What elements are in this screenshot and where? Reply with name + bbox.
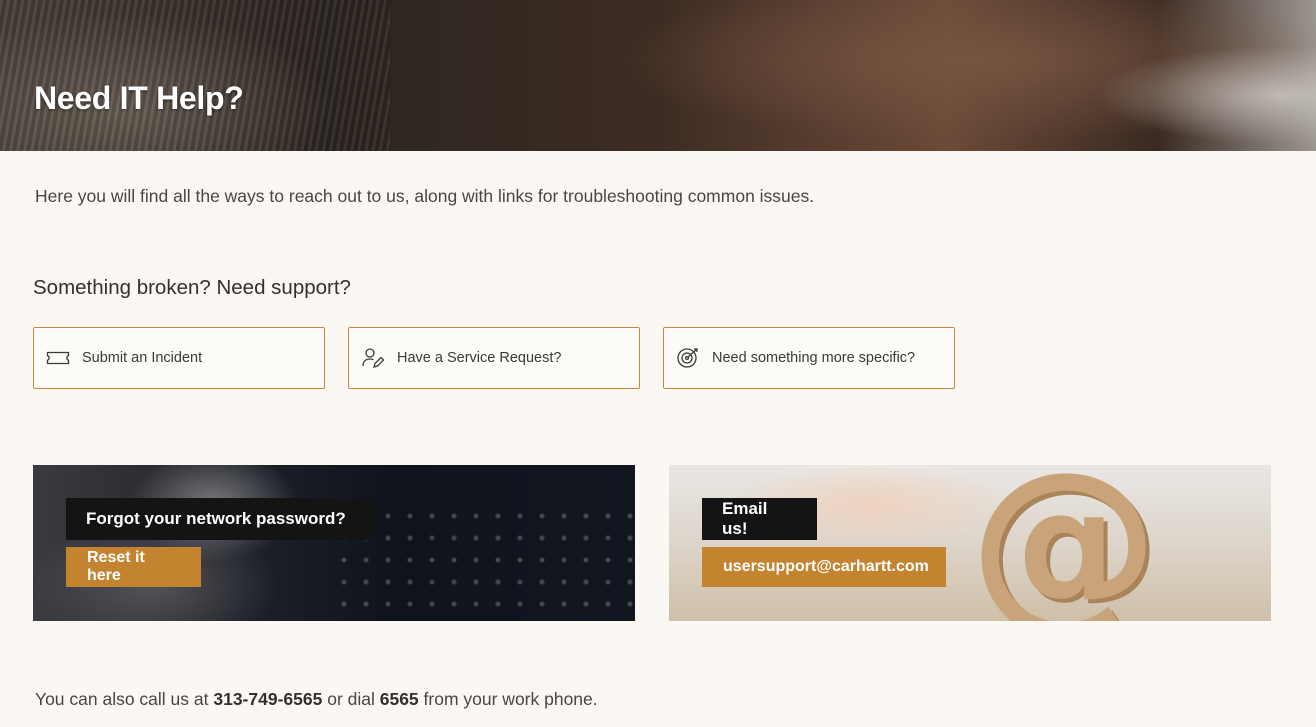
submit-incident-label: Submit an Incident bbox=[82, 350, 203, 366]
service-request-label: Have a Service Request? bbox=[397, 350, 562, 366]
ticket-icon bbox=[46, 346, 70, 370]
support-section-title: Something broken? Need support? bbox=[33, 276, 351, 299]
at-target-icon bbox=[676, 346, 700, 370]
email-link-button[interactable]: usersupport@carhartt.com bbox=[702, 547, 946, 587]
reset-password-button[interactable]: Reset it here bbox=[66, 547, 201, 587]
email-heading: Email us! bbox=[702, 498, 817, 540]
service-request-button[interactable]: Have a Service Request? bbox=[348, 327, 640, 389]
hero-background-image bbox=[0, 0, 390, 151]
intro-text: Here you will find all the ways to reach… bbox=[35, 186, 815, 206]
phone-extension: 6565 bbox=[379, 689, 419, 709]
password-reset-banner: Forgot your network password? Reset it h… bbox=[33, 465, 635, 621]
phone-number[interactable]: 313-749-6565 bbox=[213, 689, 322, 709]
keyboard-background-image bbox=[333, 505, 633, 621]
phone-note-prefix: You can also call us at bbox=[35, 689, 214, 709]
at-sign-image: @ bbox=[969, 465, 1159, 621]
email-banner: @ Email us! usersupport@carhartt.com bbox=[669, 465, 1271, 621]
phone-note-suffix: from your work phone. bbox=[418, 689, 598, 709]
password-heading: Forgot your network password? bbox=[66, 498, 373, 540]
phone-note-middle: or dial bbox=[322, 689, 380, 709]
person-edit-icon bbox=[361, 346, 385, 370]
more-specific-label: Need something more specific? bbox=[712, 350, 916, 366]
hero-banner: Need IT Help? bbox=[0, 0, 1316, 151]
page-title: Need IT Help? bbox=[34, 80, 244, 116]
submit-incident-button[interactable]: Submit an Incident bbox=[33, 327, 325, 389]
phone-note: You can also call us at 313-749-6565 or … bbox=[35, 689, 598, 710]
more-specific-button[interactable]: Need something more specific? bbox=[663, 327, 955, 389]
